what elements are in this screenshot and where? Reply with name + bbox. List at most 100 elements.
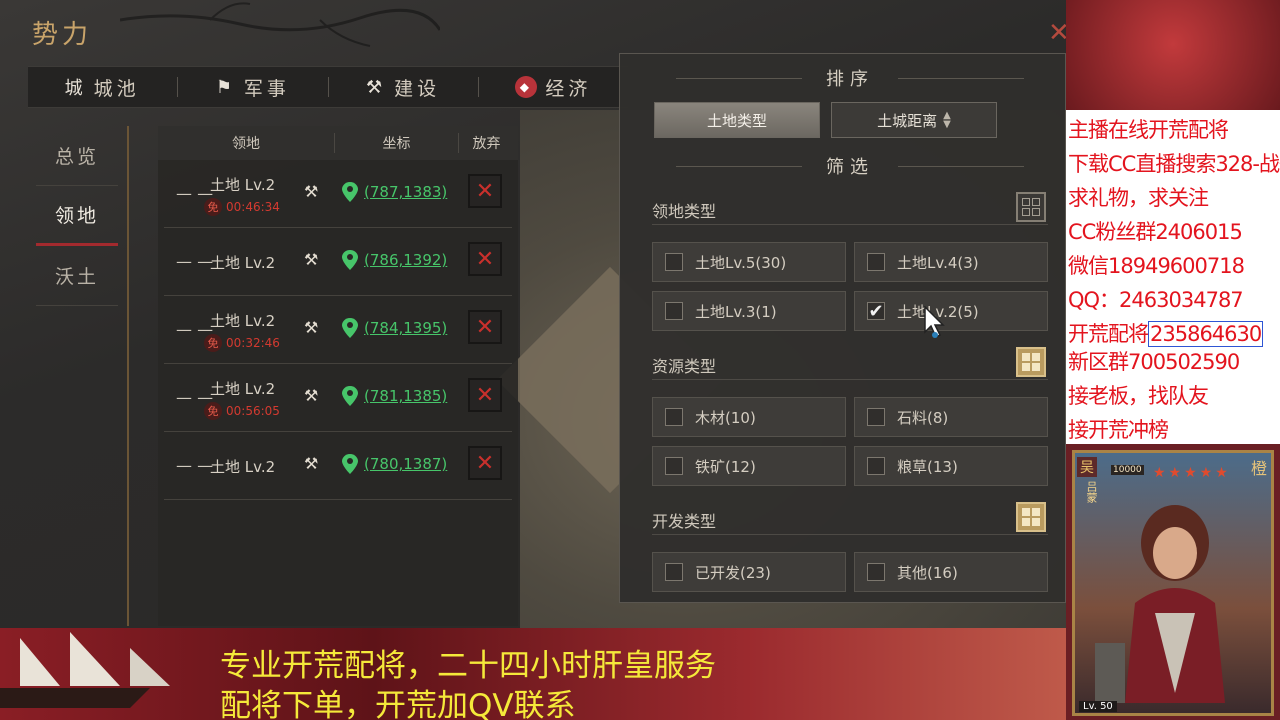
checkbox[interactable]	[867, 457, 885, 475]
notice-line: 主播在线开荒配将	[1068, 118, 1229, 142]
grid-filled-icon[interactable]	[1016, 502, 1046, 532]
tab-economy[interactable]: ◆ 经济	[479, 67, 628, 107]
notice-line: 下载CC直播搜索328-战歌	[1068, 152, 1280, 176]
build-icon[interactable]: ⚒	[304, 386, 318, 405]
filter-group-divider	[652, 224, 1048, 225]
notice-line: 接开荒冲榜	[1068, 418, 1169, 442]
filter-option[interactable]: 土地Lv.5(30)	[652, 242, 846, 282]
city-icon: 城	[64, 78, 87, 99]
coordinate-link[interactable]: (784,1395)	[364, 319, 447, 337]
notice-line: 微信18949600718	[1068, 254, 1245, 278]
close-icon[interactable]: ✕	[1048, 18, 1066, 48]
filter-popup: 排序 土地类型 土城距离 ▲ ▼ 筛选 领地类型 土地Lv.5(30) 土地Lv.4(…	[619, 53, 1066, 603]
row-dash: — —	[176, 252, 214, 271]
sidebar-item-territory[interactable]: 领地	[36, 186, 118, 246]
notice-group-label: 开荒配将	[1068, 322, 1149, 346]
timer-value: 00:32:46	[226, 336, 280, 350]
checkbox[interactable]	[665, 563, 683, 581]
build-icon[interactable]: ⚒	[304, 318, 318, 337]
banner-line-2: 配将下单，开荒加QV联系	[220, 688, 576, 720]
grid-filled-icon[interactable]	[1016, 347, 1046, 377]
filter-group-label: 领地类型	[652, 202, 717, 221]
checkbox[interactable]	[665, 408, 683, 426]
sort-arrows-icon: ▲ ▼	[943, 110, 951, 130]
checkbox[interactable]: ✔	[867, 301, 885, 322]
protection-badge-icon: 免	[204, 198, 222, 216]
abandon-button[interactable]: ✕	[468, 174, 502, 208]
hero-card: 吴 吕蒙 10000 ★★★★★ 橙 Lv. 50	[1072, 450, 1274, 716]
hero-stars: ★★★★★	[1153, 465, 1231, 481]
mouse-cursor-icon	[924, 306, 945, 339]
coin-icon: ◆	[515, 76, 538, 98]
grid-outline-icon[interactable]	[1016, 192, 1046, 222]
filter-option[interactable]: 木材(10)	[652, 397, 846, 437]
game-panel: 势力 ✕ 城 城池 ⚑ 军事 ⚒ 建设 ◆ 经济 总览 领地 沃土 领地 坐标 …	[0, 0, 1066, 628]
filter-option[interactable]: 土地Lv.3(1)	[652, 291, 846, 331]
tab-label: 城池	[93, 77, 140, 100]
sort-section-title: 排序	[652, 66, 1048, 90]
checkbox[interactable]	[665, 457, 683, 475]
abandon-button[interactable]: ✕	[468, 378, 502, 412]
table-body: — — 土地 Lv.2 免 00:46:34 ⚒ (787,1383) ✕ — — 土地 Lv.…	[158, 160, 518, 500]
location-pin-icon	[342, 250, 358, 270]
tab-construction[interactable]: ⚒ 建设	[328, 67, 477, 107]
hero-name: 吕蒙	[1085, 481, 1098, 503]
filter-option[interactable]: 土地Lv.4(3)	[854, 242, 1048, 282]
side-nav: 总览 领地 沃土	[36, 126, 118, 306]
build-icon[interactable]: ⚒	[304, 250, 318, 269]
filter-option[interactable]: 其他(16)	[854, 552, 1048, 592]
land-level: 土地 Lv.2	[210, 254, 276, 272]
filter-group-label: 资源类型	[652, 357, 717, 376]
tab-cities[interactable]: 城 城池	[28, 67, 177, 107]
filter-group-divider	[652, 534, 1048, 535]
coordinate-link[interactable]: (786,1392)	[364, 251, 447, 269]
header-coord: 坐标	[334, 133, 458, 153]
timer-value: 00:46:34	[226, 200, 280, 214]
sort-by-distance-button[interactable]: 土城距离 ▲ ▼	[831, 102, 997, 138]
build-icon[interactable]: ⚒	[304, 182, 318, 201]
coordinate-link[interactable]: (787,1383)	[364, 183, 447, 201]
checkbox[interactable]	[867, 408, 885, 426]
notice-line: 接老板，找队友	[1068, 384, 1209, 408]
notice-group-number: 235864630	[1148, 321, 1264, 347]
filter-option-label: 土地Lv.5(30)	[695, 253, 787, 272]
top-tabs: 城 城池 ⚑ 军事 ⚒ 建设 ◆ 经济	[28, 66, 628, 108]
land-level: 土地 Lv.2	[210, 312, 276, 330]
location-pin-icon	[342, 318, 358, 338]
side-divider	[127, 126, 129, 626]
stream-bottom-banner: 专业开荒配将，二十四小时肝皇服务 配将下单，开荒加QV联系	[0, 628, 1066, 720]
filter-option[interactable]: 铁矿(12)	[652, 446, 846, 486]
filter-option[interactable]: 已开发(23)	[652, 552, 846, 592]
protection-timer: 免 00:32:46	[204, 334, 280, 352]
checkbox[interactable]	[867, 563, 885, 581]
header-territory: 领地	[232, 136, 260, 152]
filter-option[interactable]: ✔ 土地Lv.2(5)	[854, 291, 1048, 331]
coordinate-link[interactable]: (780,1387)	[364, 455, 447, 473]
abandon-button[interactable]: ✕	[468, 310, 502, 344]
coordinate-link[interactable]: (781,1385)	[364, 387, 447, 405]
filter-option-label: 铁矿(12)	[695, 457, 756, 476]
checkbox[interactable]	[665, 302, 683, 320]
hero-faction: 吴	[1077, 457, 1097, 477]
abandon-button[interactable]: ✕	[468, 242, 502, 276]
notice-line: 求礼物，求关注	[1068, 186, 1209, 210]
table-row: — — 土地 Lv.2 ⚒ (780,1387) ✕	[164, 432, 512, 500]
sidebar-item-overview[interactable]: 总览	[36, 126, 118, 186]
checkbox[interactable]	[665, 253, 683, 271]
sort-by-land-type-button[interactable]: 土地类型	[654, 102, 820, 138]
tab-label: 建设	[394, 77, 441, 100]
filter-option[interactable]: 石料(8)	[854, 397, 1048, 437]
tab-military[interactable]: ⚑ 军事	[178, 67, 327, 107]
tab-label: 军事	[243, 77, 290, 100]
checkbox[interactable]	[867, 253, 885, 271]
abandon-button[interactable]: ✕	[468, 446, 502, 480]
filter-option-label: 土地Lv.3(1)	[695, 302, 777, 321]
tab-label: 经济	[545, 77, 592, 100]
stream-notice-board: 主播在线开荒配将 下载CC直播搜索328-战歌 求礼物，求关注 CC粉丝群240…	[1066, 110, 1280, 444]
build-icon[interactable]: ⚒	[304, 454, 318, 473]
table-header: 领地 坐标 放弃	[158, 126, 518, 160]
table-row: — — 土地 Lv.2 免 00:46:34 ⚒ (787,1383) ✕	[164, 160, 512, 228]
filter-option[interactable]: 粮草(13)	[854, 446, 1048, 486]
hero-portrait	[1095, 505, 1225, 703]
sidebar-item-fertile-land[interactable]: 沃土	[36, 246, 118, 306]
